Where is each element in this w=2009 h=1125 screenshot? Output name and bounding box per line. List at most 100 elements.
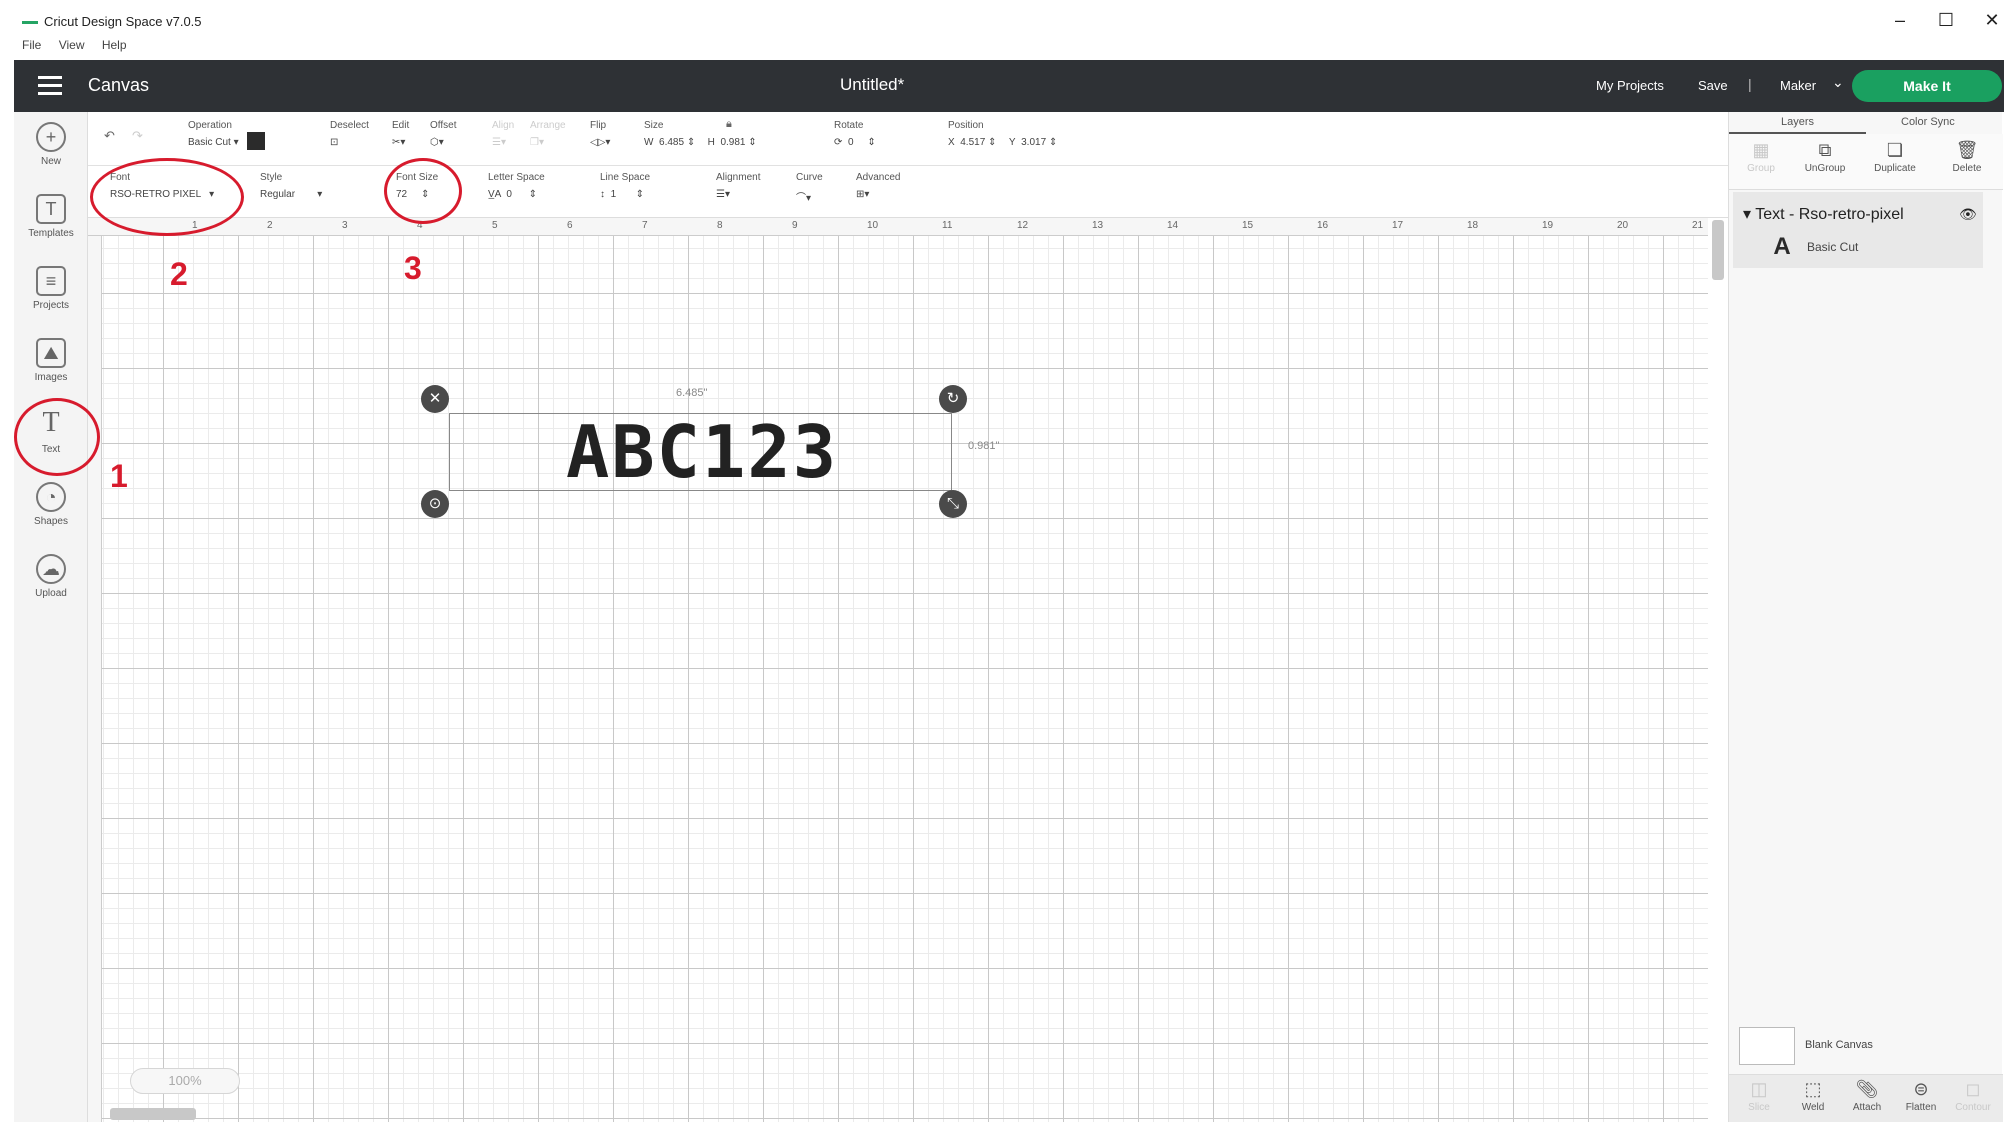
layers-panel: Layers Color Sync ▦ Group ⧉ UnGroup ❏ Du…	[1728, 112, 2003, 1122]
lock-handle-icon[interactable]: ⊙	[421, 490, 449, 518]
menu-help[interactable]: Help	[102, 38, 127, 52]
tool-new[interactable]: + New	[14, 122, 88, 167]
tool-templates[interactable]: T Templates	[14, 194, 88, 239]
x-position-field[interactable]: X 4.517 ⇕	[948, 137, 996, 148]
edit-label: Edit	[392, 120, 410, 131]
menu-file[interactable]: File	[22, 38, 41, 52]
rotate-field[interactable]: ⟳ 0 ⇕	[834, 137, 876, 148]
cricut-design-space-window: Cricut Design Space v7.0.5 – ☐ ✕ File Vi…	[0, 0, 2009, 1125]
curve-icon[interactable]: ⌒▾	[796, 189, 811, 204]
line-space-group: Line Space ↕ 1 ⇕	[600, 172, 650, 202]
offset-icon[interactable]: ⬡▾	[430, 137, 444, 148]
slice-button[interactable]: ◫ Slice	[1731, 1079, 1787, 1113]
scissors-icon[interactable]: ✂▾	[392, 137, 405, 148]
window-title: Cricut Design Space v7.0.5	[44, 14, 202, 29]
flatten-button[interactable]: ⊜ Flatten	[1893, 1079, 1949, 1113]
height-dimension-label: 0.981"	[968, 440, 1000, 452]
y-position-field[interactable]: Y 3.017 ⇕	[1009, 137, 1057, 148]
ungroup-button[interactable]: ⧉ UnGroup	[1797, 140, 1853, 174]
letter-space-field[interactable]: V̲A 0 ⇕	[488, 189, 537, 200]
text-align-icon[interactable]: ☰▾	[716, 189, 730, 200]
text-object[interactable]: ABC123	[452, 413, 952, 491]
left-toolbar: + New T Templates ≡ Projects ⛰ Images T …	[14, 112, 88, 1122]
ungroup-label: UnGroup	[1804, 163, 1846, 174]
align-label: Align	[492, 120, 515, 131]
attach-button[interactable]: 📎︎ Attach	[1839, 1079, 1895, 1113]
curve-label: Curve	[796, 172, 823, 183]
menu-view[interactable]: View	[59, 38, 85, 52]
contour-button[interactable]: ◻ Contour	[1945, 1079, 2001, 1113]
ruler-tick: 8	[717, 220, 723, 231]
design-canvas[interactable]	[88, 218, 1708, 1122]
zoom-control[interactable]: 100%	[130, 1068, 240, 1094]
chevron-down-icon[interactable]: ⌄	[1832, 74, 1844, 91]
tool-label: Projects	[32, 300, 70, 311]
delete-button[interactable]: 🗑︎ Delete	[1939, 140, 1995, 174]
ruler-left	[88, 236, 102, 1122]
align-icon[interactable]: ☰▾	[492, 137, 506, 148]
annotation-number-2: 2	[170, 256, 188, 292]
ruler-tick: 16	[1317, 220, 1329, 231]
layer-group-row[interactable]: ▾ Text - Rso-retro-pixel 👁︎ A Basic Cut	[1733, 192, 1983, 268]
minimize-button[interactable]: –	[1880, 10, 1920, 31]
panel-tabs: Layers Color Sync	[1729, 112, 2003, 134]
tab-color-sync[interactable]: Color Sync	[1901, 116, 1955, 128]
layer-actions: ▦ Group ⧉ UnGroup ❏ Duplicate 🗑︎ Delete	[1729, 134, 2003, 190]
shapes-icon: ◔	[36, 482, 66, 512]
my-projects-button[interactable]: My Projects	[1596, 78, 1664, 93]
arrange-icon[interactable]: ❐▾	[530, 137, 544, 148]
delete-handle-icon[interactable]: ✕	[421, 385, 449, 413]
operation-select[interactable]: Basic Cut ▾	[188, 137, 239, 148]
height-field[interactable]: H 0.981 ⇕	[708, 137, 757, 148]
lock-icon[interactable]: 🔒︎	[726, 118, 732, 131]
width-field[interactable]: W 6.485 ⇕	[644, 137, 695, 148]
tool-upload[interactable]: ☁ Upload	[14, 554, 88, 599]
style-select[interactable]: Regular ▾	[260, 189, 322, 200]
tool-shapes[interactable]: ◔ Shapes	[14, 482, 88, 527]
slice-label: Slice	[1748, 1102, 1770, 1113]
advanced-icon[interactable]: ⊞▾	[856, 189, 869, 200]
ruler-tick: 7	[642, 220, 648, 231]
group-button[interactable]: ▦ Group	[1733, 140, 1789, 174]
ruler-tick: 18	[1467, 220, 1479, 231]
delete-icon: 🗑︎	[1955, 140, 1979, 160]
maximize-button[interactable]: ☐	[1926, 10, 1966, 31]
redo-icon[interactable]: ↷	[132, 128, 143, 144]
group-icon: ▦	[1752, 140, 1770, 160]
vertical-scrollbar[interactable]	[1712, 220, 1724, 280]
arrange-group: Arrange ❐▾	[530, 120, 566, 149]
rotate-handle-icon[interactable]: ↻	[939, 385, 967, 413]
tab-layers[interactable]: Layers	[1781, 116, 1814, 128]
operation-label: Operation	[188, 120, 232, 131]
machine-select[interactable]: Maker	[1780, 78, 1816, 93]
annotation-ring-text-tool	[14, 398, 100, 476]
weld-icon: ⬚	[1804, 1079, 1822, 1099]
make-it-button[interactable]: Make It	[1852, 70, 2002, 102]
eye-icon[interactable]: 👁︎	[1959, 206, 1977, 223]
resize-handle-icon[interactable]: ⤡	[939, 490, 967, 518]
tool-images[interactable]: ⛰ Images	[14, 338, 88, 383]
hamburger-menu-icon[interactable]	[38, 76, 62, 96]
contour-icon: ◻	[1965, 1079, 1981, 1099]
duplicate-icon: ❏	[1886, 140, 1904, 160]
blank-canvas-swatch[interactable]	[1739, 1027, 1795, 1065]
curve-group: Curve ⌒▾	[796, 172, 823, 204]
app-logo-icon	[22, 21, 38, 24]
horizontal-scrollbar[interactable]	[110, 1108, 196, 1120]
duplicate-button[interactable]: ❏ Duplicate	[1867, 140, 1923, 174]
tool-projects[interactable]: ≡ Projects	[14, 266, 88, 311]
weld-button[interactable]: ⬚ Weld	[1785, 1079, 1841, 1113]
tool-label: Upload	[35, 588, 67, 599]
weld-label: Weld	[1801, 1102, 1825, 1113]
deselect-icon[interactable]: ⊡	[330, 137, 338, 148]
layer-title: ▾ Text - Rso-retro-pixel	[1743, 206, 1904, 223]
undo-icon[interactable]: ↶	[104, 128, 115, 144]
flip-icon[interactable]: ◁▷▾	[590, 137, 610, 148]
close-window-button[interactable]: ✕	[1972, 10, 2009, 31]
color-swatch[interactable]	[247, 131, 266, 150]
ruler-top: 1 2 3 4 5 6 7 8 9 10 11 12 13 14 15 16 1…	[88, 218, 1708, 236]
line-space-field[interactable]: ↕ 1 ⇕	[600, 189, 644, 200]
shirt-icon: T	[36, 194, 66, 224]
book-icon: ≡	[36, 266, 66, 296]
save-button[interactable]: Save	[1698, 78, 1728, 93]
